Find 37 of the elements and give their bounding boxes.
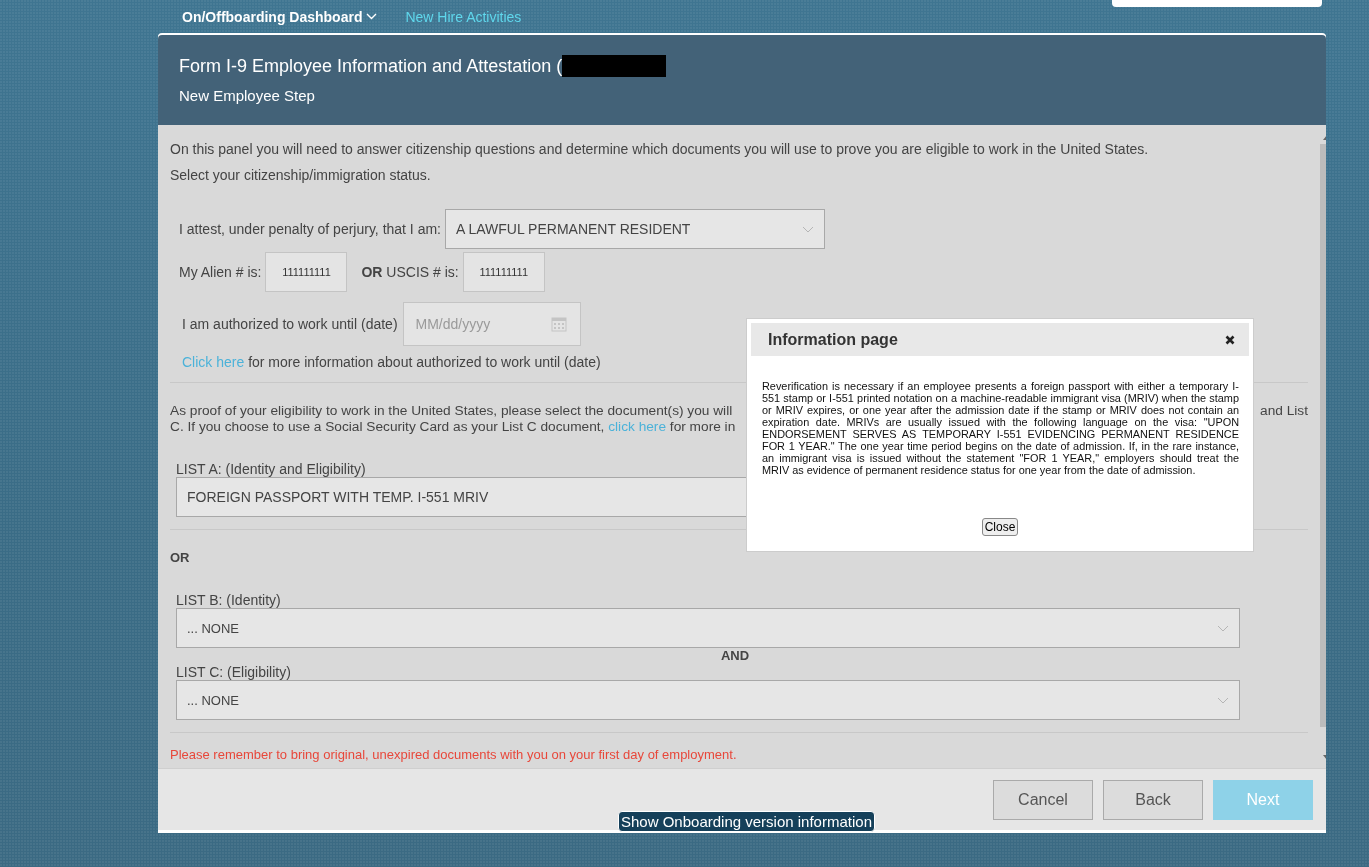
proof-text: As proof of your eligibility to work in the United States, please select the document(s) you will [170,403,733,419]
version-info-link[interactable]: Show Onboarding version information [618,811,875,832]
field-label: I attest, under penalty of perjury, that I am: [179,221,441,237]
field-label: I am authorized to work until (date) [182,316,398,332]
list-label: LIST A: (Identity and Eligibility) [176,461,366,477]
field-label: OR USCIS # is: [361,264,459,280]
list-label: LIST C: (Eligibility) [176,664,291,680]
reminder-text: Please remember to bring original, unexpired documents with you on your first day of employment. [170,747,738,762]
list-b-select[interactable]: ... NONE [176,608,1240,648]
dashboard-menu[interactable]: On/Offboarding Dashboard [182,8,378,25]
dialog-text: Reverification is necessary if an employee presents a foreign passport with either a temporary I-551 stamp or I-551 printed notation on a machine-readable immigrant visa (MRIV) when the stamp or MRIV expires, or one year after the admission date if the stamp or MRIV does not contain an expiration date. MRIVs are usually issued with the following language on the visa: "UPON ENDORSEMENT SERVES AS TEMPORARY I-551 EVIDENCING PERMANENT RESIDENCE FOR 1 YEAR." The one year time period begins on the date of admission. If, in the rare instance, an immigrant visa is issued without the statement "FOR 1 YEAR," employers should treat the MRIV as evidence of permanent residence status for one year from the date of admission. [762,380,1239,476]
list-label: LIST B: (Identity) [176,592,281,608]
close-icon[interactable] [1225,334,1235,345]
list-c-select[interactable]: ... NONE [176,680,1240,720]
dialog-title: Information page [768,330,898,349]
step-subtitle: New Employee Step [179,87,316,104]
calendar-icon [550,316,567,332]
form-title: Form I-9 Employee Information and Attestation ( [179,55,563,77]
field-label: My Alien # is: [179,264,262,280]
proof-text: C. If you choose to use a Social Security Card as your List C document, [170,419,605,434]
action-button[interactable]: Back [1103,779,1203,820]
uscis-number-field[interactable]: 111111111 [462,252,545,292]
proof-text: for more in [669,419,736,434]
info-text: for more information about authorized to work until (date) [248,354,601,370]
chevron-down-icon [366,13,378,20]
or-text: OR [170,550,191,565]
chevron-down-icon [1217,624,1229,632]
instruction-text: On this panel you will need to answer citizenship questions and determine which documents you will use to prove you are eligible to work in the United States. [170,141,1150,157]
proof-text: and List [1260,403,1308,419]
chevron-down-icon [1217,696,1229,704]
and-text: AND [719,648,751,664]
chevron-down-icon [802,225,814,233]
close-button[interactable]: Close [981,518,1019,536]
status-select[interactable]: A LAWFUL PERMANENT RESIDENT [445,209,825,249]
instruction-text: Select your citizenship/immigration status. [170,167,432,183]
action-button[interactable]: Cancel [993,779,1093,820]
alien-number-field[interactable]: 111111111 [265,252,348,292]
